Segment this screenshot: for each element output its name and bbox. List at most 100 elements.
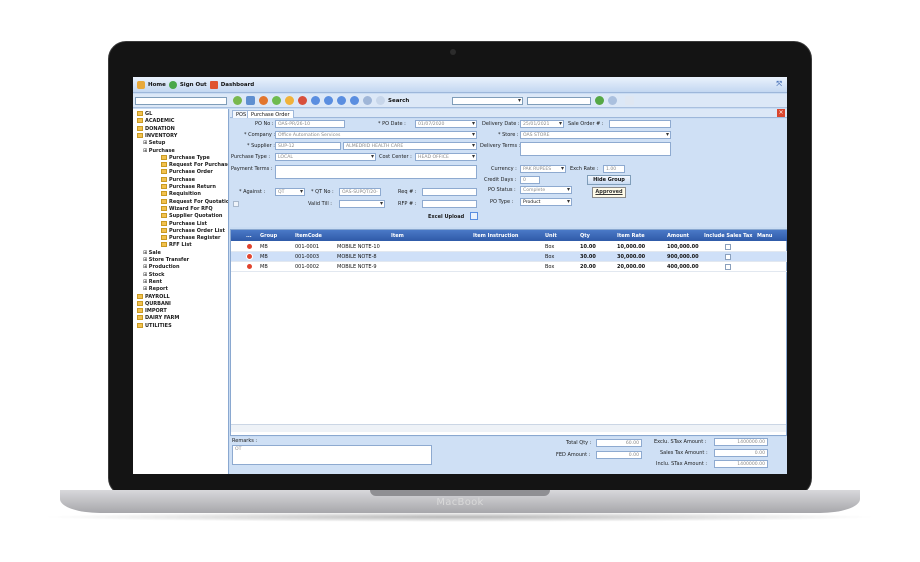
delivery-date-input[interactable]: 25/01/2021 <box>520 120 564 128</box>
new-icon[interactable] <box>233 96 242 105</box>
valid-till-input[interactable] <box>339 200 385 208</box>
supplier-code-input[interactable]: SUP-12 <box>275 142 341 150</box>
cell-group[interactable]: MB <box>260 254 268 260</box>
include-sales-tax-checkbox[interactable] <box>725 244 731 250</box>
checkbox[interactable] <box>233 201 239 207</box>
col-header-manu[interactable]: Manu <box>757 233 772 239</box>
tree-item[interactable]: ⊞ Store Transfer <box>143 257 189 263</box>
cell-amount[interactable]: 900,000.00 <box>667 254 699 260</box>
next-icon[interactable] <box>337 96 346 105</box>
first-icon[interactable] <box>311 96 320 105</box>
tree-item[interactable]: PAYROLL <box>137 293 170 300</box>
save-icon[interactable] <box>246 96 255 105</box>
cell-rate[interactable]: 20,000.00 <box>617 264 645 270</box>
horizontal-scrollbar[interactable] <box>231 424 786 432</box>
tree-item[interactable]: Request For Quotation <box>161 198 228 205</box>
cell-qty[interactable]: 30.00 <box>580 254 596 260</box>
search-icon[interactable] <box>376 96 385 105</box>
tree-item[interactable]: ⊞ Report <box>143 286 168 292</box>
tree-item[interactable]: DONATION <box>137 125 175 132</box>
supplier-name-select[interactable]: ALMEDRID HEALTH CARE <box>343 142 477 150</box>
col-header-item[interactable]: Item <box>391 233 404 239</box>
po-status-select[interactable]: Complete <box>520 186 572 194</box>
cell-item[interactable]: MOBILE NOTE-10 <box>337 244 380 250</box>
expand-icon[interactable]: ⤧ <box>776 80 782 89</box>
purchase-type-select[interactable]: LOCAL <box>275 153 376 161</box>
tree-item[interactable]: Purchase List <box>161 220 207 227</box>
tree-item[interactable]: Requisition <box>161 191 201 197</box>
tree-item[interactable]: Supplier Quotation <box>161 213 222 219</box>
table-row[interactable]: MB 001-0002 MOBILE NOTE-9 Box 20.00 20,000.00… <box>231 262 787 272</box>
signout-link[interactable]: Sign Out <box>180 82 207 88</box>
tree-item[interactable]: Request For Purchase <box>161 162 228 168</box>
close-tab-icon[interactable]: × <box>777 109 785 117</box>
dashboard-link[interactable]: Dashboard <box>221 82 255 88</box>
tree-item[interactable]: INVENTORY <box>137 132 177 139</box>
tree-item[interactable]: ⊞ Production <box>143 264 180 270</box>
store-select[interactable]: OAS STORE <box>520 131 671 139</box>
tree-item[interactable]: QURBANI <box>137 300 171 307</box>
tree-item[interactable]: Purchase Order List <box>161 227 225 234</box>
col-header-item-rate[interactable]: Item Rate <box>617 233 645 239</box>
tree-item[interactable]: Purchase Return <box>161 184 216 190</box>
search-field-select[interactable] <box>452 97 523 105</box>
hide-group-button[interactable]: Hide Group <box>587 175 631 185</box>
menu-search-input[interactable] <box>135 97 227 105</box>
cost-center-select[interactable]: HEAD OFFICE <box>415 153 477 161</box>
sale-order-input[interactable] <box>609 120 671 128</box>
cell-qty[interactable]: 20.00 <box>580 264 596 270</box>
tree-item[interactable]: IMPORT <box>137 308 167 314</box>
po-date-input[interactable]: 01/07/2020 <box>415 120 477 128</box>
col-header-include-sales-tax[interactable]: Include Sales Tax <box>704 233 753 239</box>
delete-row-icon[interactable] <box>246 263 253 270</box>
cell-item[interactable]: MOBILE NOTE-8 <box>337 254 377 260</box>
excel-upload-link[interactable]: Excel Upload <box>428 214 464 220</box>
tree-item[interactable]: Purchase Type <box>161 154 210 161</box>
company-select[interactable]: Office Automation Services <box>275 131 477 139</box>
cell-code[interactable]: 001-0003 <box>295 254 319 260</box>
cell-group[interactable]: MB <box>260 244 268 250</box>
search-value-input[interactable] <box>527 97 591 105</box>
cell-unit[interactable]: Box <box>545 264 554 270</box>
tree-item[interactable]: ⊞ Setup <box>143 140 165 146</box>
table-row[interactable]: MB 001-0003 MOBILE NOTE-8 Box 30.00 30,000.00… <box>231 252 787 262</box>
tree-item[interactable]: ⊞ Purchase <box>143 148 175 154</box>
delete-row-icon[interactable] <box>246 243 253 250</box>
tree-item[interactable]: Purchase <box>161 176 195 183</box>
cell-amount[interactable]: 400,000.00 <box>667 264 699 270</box>
cell-item[interactable]: MOBILE NOTE-9 <box>337 264 377 270</box>
print-icon[interactable] <box>285 96 294 105</box>
currency-select[interactable]: PAK RUPEES <box>520 165 566 173</box>
col-header-unit[interactable]: Unit <box>545 233 557 239</box>
col-header-amount[interactable]: Amount <box>667 233 689 239</box>
find-icon[interactable] <box>363 96 372 105</box>
tree-item[interactable]: ⊞ Sale <box>143 250 161 256</box>
cancel-icon[interactable] <box>298 96 307 105</box>
req-input[interactable] <box>422 188 477 196</box>
delete-row-icon[interactable] <box>246 253 253 260</box>
rfp-input[interactable] <box>422 200 477 208</box>
remarks-input[interactable]: OT <box>232 445 432 465</box>
exch-rate-input[interactable]: 1.00 <box>603 165 625 173</box>
cell-code[interactable]: 001-0002 <box>295 264 319 270</box>
clear-search-icon[interactable] <box>608 96 617 105</box>
home-link[interactable]: Home <box>148 82 166 88</box>
delete-icon[interactable] <box>259 96 268 105</box>
dashboard-icon[interactable] <box>209 80 218 89</box>
excel-upload-icon[interactable] <box>470 212 478 220</box>
col-header-qty[interactable]: Qty <box>580 233 590 239</box>
tree-item[interactable]: RFF List <box>161 242 192 248</box>
qt-no-input[interactable]: OAS-SUPQT/20- <box>339 188 381 196</box>
tree-item[interactable]: GL <box>137 111 152 117</box>
tree-item[interactable]: ⊞ Stock <box>143 272 165 278</box>
cell-rate[interactable]: 30,000.00 <box>617 254 645 260</box>
signout-icon[interactable] <box>168 80 177 89</box>
cell-unit[interactable]: Box <box>545 254 554 260</box>
col-header-group[interactable]: Group <box>260 233 277 239</box>
include-sales-tax-checkbox[interactable] <box>725 254 731 260</box>
against-select[interactable]: QT <box>275 188 305 196</box>
cell-qty[interactable]: 10.00 <box>580 244 596 250</box>
cell-code[interactable]: 001-0001 <box>295 244 319 250</box>
table-row[interactable]: MB 001-0001 MOBILE NOTE-10 Box 10.00 10,000.0… <box>231 242 787 252</box>
credit-days-input[interactable]: 0 <box>520 176 540 184</box>
